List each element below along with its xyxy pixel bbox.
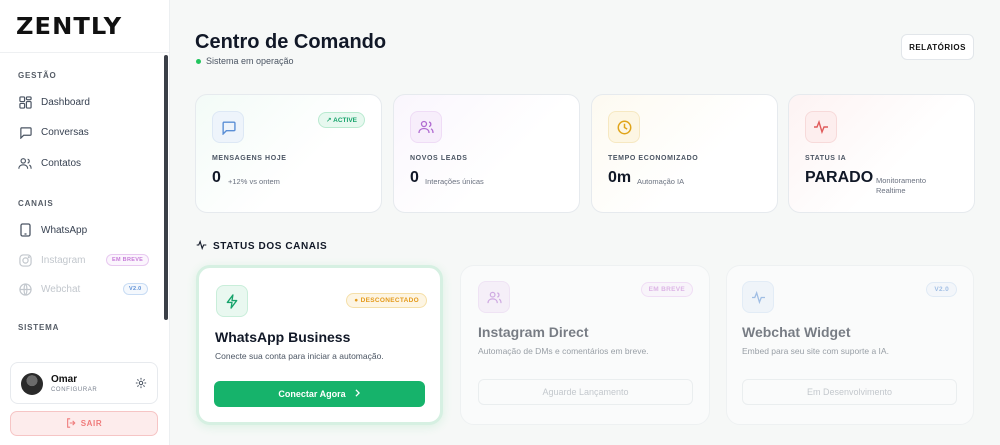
user-name: Omar xyxy=(51,374,78,385)
stat-label: MENSAGENS HOJE xyxy=(212,155,287,162)
active-badge-label: ACTIVE xyxy=(333,117,357,124)
stat-card-leads: NOVOS LEADS 0 Interações únicas xyxy=(393,94,580,213)
sidebar-item-label: Webchat xyxy=(41,283,81,295)
badge-dot: ● xyxy=(354,297,359,304)
channel-desc: Embed para seu site com suporte a IA. xyxy=(742,346,889,356)
logout-button[interactable]: SAIR xyxy=(10,411,158,436)
section-title-canais: CANAIS xyxy=(18,199,54,208)
sidebar-item-conversas[interactable]: Conversas xyxy=(18,122,89,142)
logout-label: SAIR xyxy=(80,419,103,428)
brand-logo[interactable]: ZENTLY xyxy=(16,14,122,40)
stat-sub: +12% vs ontem xyxy=(228,177,280,186)
page-title: Centro de Comando xyxy=(195,31,387,53)
connect-whatsapp-button[interactable]: Conectar Agora xyxy=(214,381,425,407)
chevron-right-icon xyxy=(354,389,361,399)
status-badge: ● DESCONECTADO xyxy=(346,293,427,308)
section-title-gestao: GESTÃO xyxy=(18,71,57,80)
user-card[interactable]: Omar CONFIGURAR xyxy=(10,362,158,404)
stat-card-ai-status: STATUS IA PARADO Monitoramento Realtime xyxy=(788,94,975,213)
channel-title: WhatsApp Business xyxy=(215,329,351,345)
users-icon xyxy=(410,111,442,143)
message-icon xyxy=(212,111,244,143)
stat-value: 0 xyxy=(212,169,221,186)
sidebar-item-label: Contatos xyxy=(41,157,82,169)
stat-label: STATUS IA xyxy=(805,155,847,162)
trend-up-icon: ↗ xyxy=(326,117,332,124)
phone-icon xyxy=(18,223,32,237)
instagram-soon-badge: EM BREVE xyxy=(106,254,150,266)
gear-icon[interactable] xyxy=(135,376,149,390)
sidebar-item-webchat: Webchat xyxy=(18,279,80,299)
stat-sub: Automação IA xyxy=(637,177,685,186)
stat-label: TEMPO ECONOMIZADO xyxy=(608,155,699,162)
section-title-sistema: SISTEMA xyxy=(18,323,60,332)
stat-card-time: TEMPO ECONOMIZADO 0m Automação IA xyxy=(591,94,778,213)
pulse-icon xyxy=(805,111,837,143)
channel-title: Instagram Direct xyxy=(478,324,589,340)
webchat-version-badge: V2.0 xyxy=(123,283,148,295)
sidebar-item-label: Conversas xyxy=(41,126,89,138)
channel-desc: Automação de DMs e comentários em breve. xyxy=(478,346,649,356)
await-launch-button: Aguarde Lançamento xyxy=(478,379,693,405)
instagram-icon xyxy=(18,253,32,267)
in-development-button: Em Desenvolvimento xyxy=(742,379,957,405)
sidebar-item-label: WhatsApp xyxy=(41,224,88,236)
logout-icon xyxy=(66,417,76,430)
sidebar-item-contatos[interactable]: Contatos xyxy=(18,153,81,173)
user-settings-label: CONFIGURAR xyxy=(51,387,98,393)
status-badge: EM BREVE xyxy=(640,282,693,297)
system-status-text: Sistema em operação xyxy=(206,56,294,66)
status-dot xyxy=(196,58,201,64)
stat-sub: Monitoramento Realtime xyxy=(876,176,927,195)
lightning-icon xyxy=(216,285,248,317)
activity-icon xyxy=(196,239,207,253)
sidebar-item-instagram: Instagram xyxy=(18,250,85,270)
stat-value: PARADO xyxy=(805,169,874,186)
status-badge: ↗ ACTIVE xyxy=(318,112,365,128)
sidebar-item-label: Dashboard xyxy=(41,96,90,108)
reports-button[interactable]: RELATÓRIOS xyxy=(901,34,974,60)
channel-card-webchat: V2.0 Webchat Widget Embed para seu site … xyxy=(726,265,974,425)
globe-icon xyxy=(18,282,32,296)
sidebar-item-dashboard[interactable]: Dashboard xyxy=(18,92,90,112)
channel-card-instagram: EM BREVE Instagram Direct Automação de D… xyxy=(460,265,710,425)
sidebar-item-whatsapp[interactable]: WhatsApp xyxy=(18,220,87,240)
stat-sub: Interações únicas xyxy=(425,177,484,186)
pulse-icon xyxy=(742,281,774,313)
users-icon xyxy=(18,156,32,170)
clock-icon xyxy=(608,111,640,143)
dashboard-icon xyxy=(18,95,32,109)
logo-divider xyxy=(0,52,169,53)
avatar xyxy=(21,373,43,395)
channel-desc: Conecte sua conta para iniciar a automaç… xyxy=(215,351,384,361)
connect-button-label: Conectar Agora xyxy=(278,389,346,399)
stat-card-messages: ↗ ACTIVE MENSAGENS HOJE 0 +12% vs ontem xyxy=(195,94,382,213)
channels-section-title: STATUS DOS CANAIS xyxy=(196,239,328,253)
channels-section-label: STATUS DOS CANAIS xyxy=(213,241,328,252)
sidebar: ZENTLY GESTÃO Dashboard Conversas Contat… xyxy=(0,0,170,445)
channel-card-whatsapp: ● DESCONECTADO WhatsApp Business Conecte… xyxy=(196,265,443,425)
status-badge: V2.0 xyxy=(926,282,957,297)
stat-label: NOVOS LEADS xyxy=(410,155,468,162)
stat-value: 0 xyxy=(410,169,419,186)
channel-title: Webchat Widget xyxy=(742,324,851,340)
users-icon xyxy=(478,281,510,313)
system-status: Sistema em operação xyxy=(196,56,294,66)
stat-value: 0m xyxy=(608,169,632,186)
badge-label: DESCONECTADO xyxy=(360,297,419,304)
chat-icon xyxy=(18,125,32,139)
sidebar-scrollbar[interactable] xyxy=(164,55,168,320)
sidebar-item-label: Instagram xyxy=(41,254,86,266)
